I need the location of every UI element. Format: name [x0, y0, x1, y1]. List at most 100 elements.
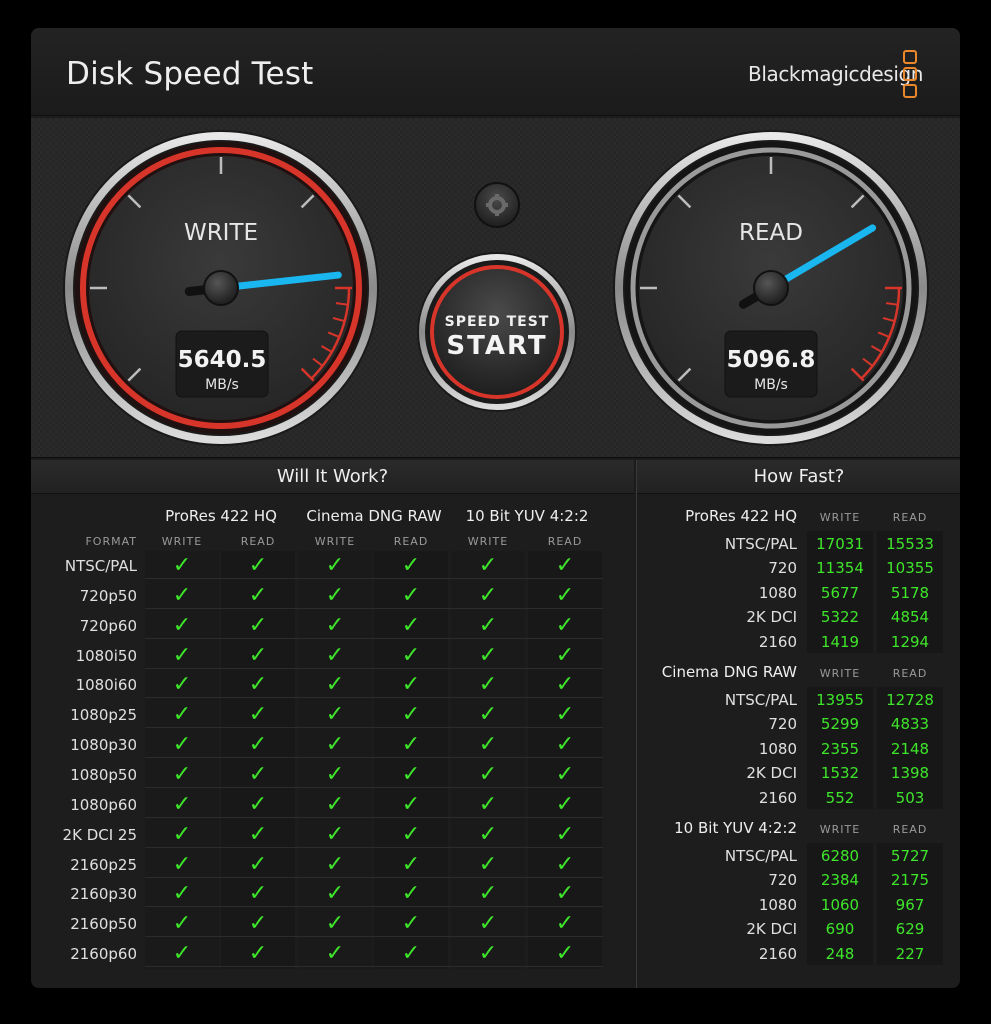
- gauges-svg: WRITE 5640.5 MB/s READ 5096.8 MB/s SPEED…: [63, 130, 929, 446]
- how-fast-write-header: WRITE: [819, 511, 861, 524]
- how-fast-read-value: 2148: [890, 739, 930, 758]
- check-icon: ✓: [401, 761, 421, 787]
- check-icon: ✓: [478, 851, 498, 877]
- check-icon: ✓: [555, 642, 575, 668]
- check-icon: ✓: [478, 791, 498, 817]
- format-label: 1080p50: [70, 765, 137, 784]
- how-fast-write-value: 1060: [820, 895, 860, 914]
- check-icon: ✓: [172, 821, 192, 847]
- how-fast-resolution: NTSC/PAL: [724, 691, 797, 709]
- how-fast-write-value: 5677: [820, 583, 860, 602]
- check-icon: ✓: [325, 851, 345, 877]
- check-icon: ✓: [401, 791, 421, 817]
- format-label: 1080p25: [70, 706, 137, 725]
- format-column-header: FORMAT: [85, 535, 137, 548]
- how-fast-resolution: NTSC/PAL: [724, 535, 797, 553]
- how-fast-resolution: 1080: [758, 583, 797, 602]
- check-icon: ✓: [478, 911, 498, 937]
- check-icon: ✓: [401, 821, 421, 847]
- check-icon: ✓: [325, 612, 345, 638]
- gauge-panel: WRITE 5640.5 MB/s READ 5096.8 MB/s SPEED…: [31, 118, 960, 458]
- check-icon: ✓: [401, 612, 421, 638]
- how-fast-read-header: READ: [892, 511, 928, 524]
- how-fast-resolution: 1080: [758, 739, 797, 758]
- how-fast-resolution: 2K DCI: [746, 608, 797, 627]
- check-icon: ✓: [325, 553, 345, 578]
- check-icon: ✓: [172, 911, 192, 937]
- check-icon: ✓: [325, 732, 345, 758]
- check-icon: ✓: [401, 672, 421, 698]
- check-icon: ✓: [555, 941, 575, 967]
- read-needle-hub: [753, 270, 789, 306]
- check-icon: ✓: [325, 941, 345, 967]
- check-icon: ✓: [401, 881, 421, 907]
- settings-button[interactable]: [474, 182, 520, 228]
- how-fast-read-value: 227: [895, 944, 925, 963]
- check-icon: ✓: [478, 881, 498, 907]
- format-label: 720p50: [79, 586, 137, 605]
- how-fast-write-header: WRITE: [819, 823, 861, 836]
- check-icon: ✓: [555, 702, 575, 728]
- how-fast-read-value: 4854: [890, 608, 930, 627]
- check-icon: ✓: [555, 761, 575, 787]
- check-icon: ✓: [172, 761, 192, 787]
- check-icon: ✓: [248, 612, 268, 638]
- check-icon: ✓: [478, 761, 498, 787]
- format-label: 1080p30: [70, 736, 137, 755]
- how-fast-read-header: READ: [892, 667, 928, 680]
- check-icon: ✓: [325, 582, 345, 608]
- how-fast-write-value: 5322: [820, 608, 860, 627]
- how-fast-resolution: 2K DCI: [746, 764, 797, 783]
- how-fast-read-value: 5178: [890, 583, 930, 602]
- will-it-work-title: Will It Work?: [31, 460, 634, 494]
- check-icon: ✓: [248, 732, 268, 758]
- codec-header: 10 Bit YUV 4:2:2: [465, 507, 589, 525]
- check-icon: ✓: [401, 851, 421, 877]
- check-icon: ✓: [172, 941, 192, 967]
- how-fast-group-name: ProRes 422 HQ: [685, 507, 797, 525]
- how-fast-panel: How Fast? ProRes 422 HQ WRITE READ NTSC/PAL…: [636, 460, 960, 988]
- format-label: 2K DCI 25: [62, 825, 137, 844]
- check-icon: ✓: [478, 582, 498, 608]
- check-icon: ✓: [401, 582, 421, 608]
- write-readout-value: 5640.5: [178, 347, 267, 373]
- check-icon: ✓: [325, 911, 345, 937]
- format-label: 1080i50: [75, 646, 137, 665]
- how-fast-write-header: WRITE: [819, 667, 861, 680]
- check-icon: ✓: [248, 553, 268, 578]
- check-icon: ✓: [555, 881, 575, 907]
- read-readout-value: 5096.8: [727, 347, 816, 373]
- check-icon: ✓: [401, 911, 421, 937]
- codec-header: Cinema DNG RAW: [306, 507, 442, 525]
- how-fast-write-value: 11354: [816, 559, 864, 578]
- check-icon: ✓: [555, 911, 575, 937]
- format-label: 2160p50: [70, 915, 137, 934]
- codec-header: ProRes 422 HQ: [165, 507, 277, 525]
- how-fast-write-value: 6280: [820, 847, 860, 865]
- check-icon: ✓: [248, 702, 268, 728]
- check-icon: ✓: [478, 821, 498, 847]
- how-fast-read-value: 1398: [890, 764, 930, 783]
- format-label: 720p60: [79, 616, 137, 635]
- check-icon: ✓: [172, 702, 192, 728]
- check-icon: ✓: [248, 672, 268, 698]
- check-icon: ✓: [172, 881, 192, 907]
- check-icon: ✓: [325, 791, 345, 817]
- write-column-header: WRITE: [161, 535, 203, 548]
- app-title: Disk Speed Test: [66, 56, 314, 92]
- how-fast-write-value: 1532: [820, 764, 860, 783]
- check-icon: ✓: [555, 732, 575, 758]
- how-fast-write-value: 1419: [820, 632, 860, 651]
- brand-logo-icon: [903, 50, 919, 100]
- check-icon: ✓: [172, 642, 192, 668]
- how-fast-read-header: READ: [892, 823, 928, 836]
- read-column-header: READ: [547, 535, 583, 548]
- format-label: 2160p30: [70, 885, 137, 904]
- how-fast-write-value: 5299: [820, 715, 860, 734]
- start-button[interactable]: SPEED TEST START: [417, 252, 577, 412]
- check-icon: ✓: [172, 582, 192, 608]
- check-icon: ✓: [478, 612, 498, 638]
- title-bar: Disk Speed Test Blackmagicdesign: [31, 28, 960, 116]
- check-icon: ✓: [248, 941, 268, 967]
- check-icon: ✓: [172, 851, 192, 877]
